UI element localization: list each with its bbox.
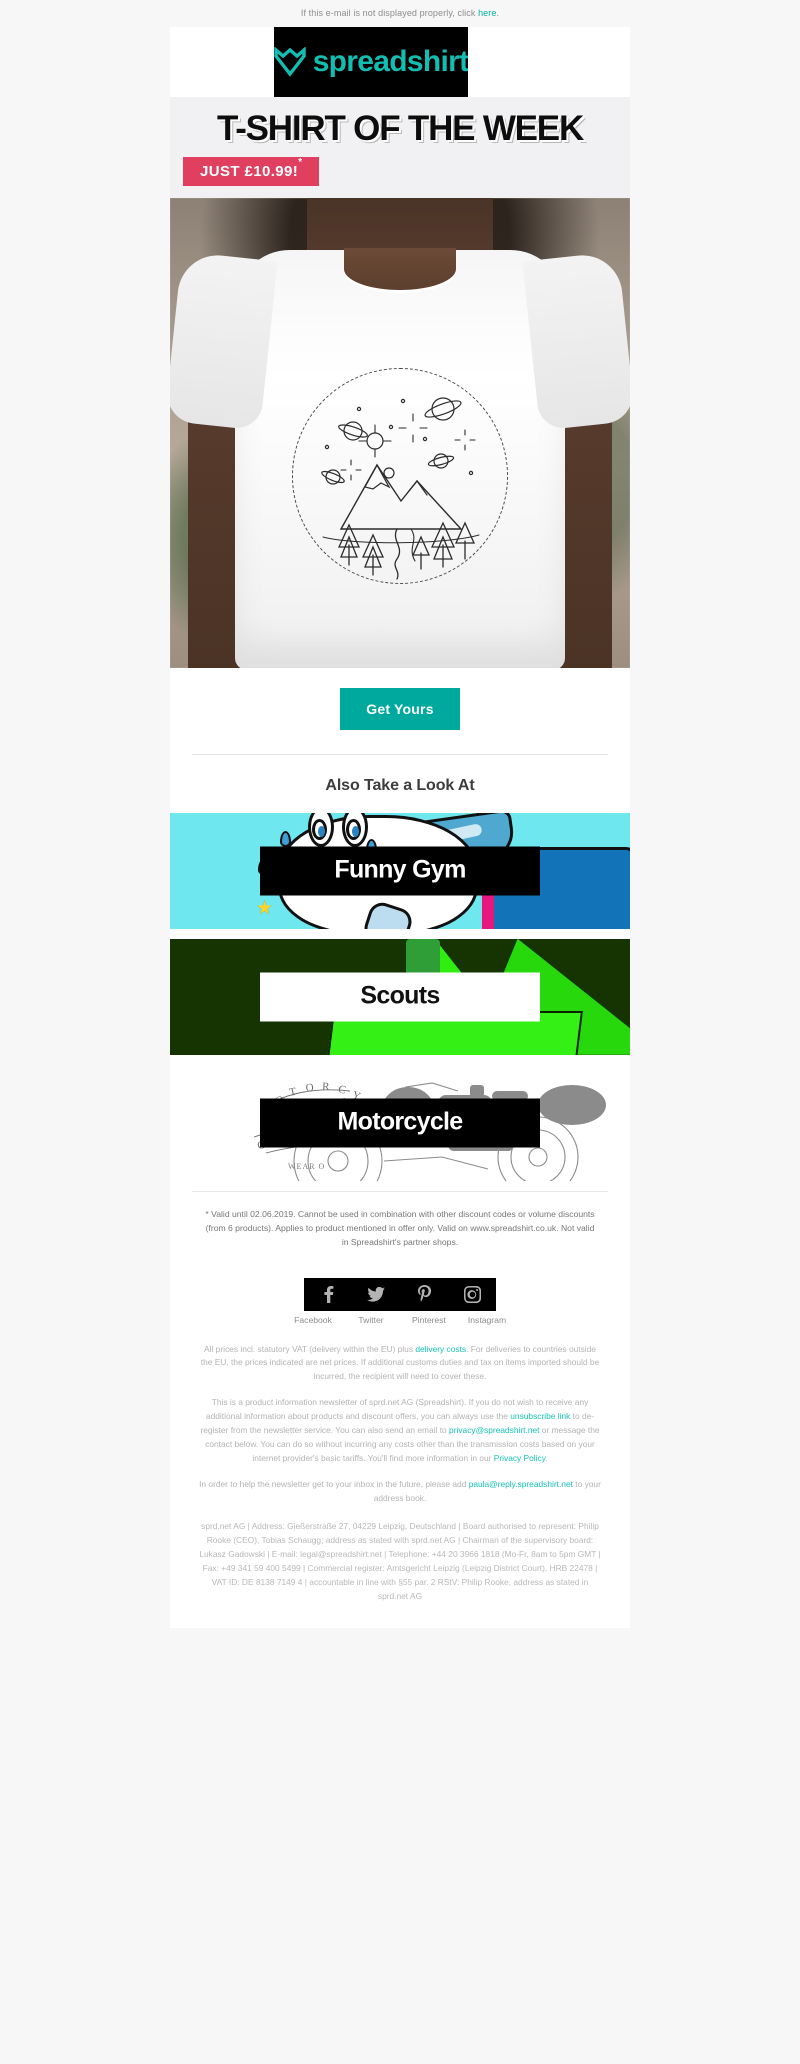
brand-wordmark: spreadshirt xyxy=(312,45,469,78)
price-badge-row: JUST £10.99!* xyxy=(170,156,630,186)
preheader-bar: If this e-mail is not displayed properly… xyxy=(0,0,800,27)
footer-newsletter-text: This is a product information newsletter… xyxy=(170,1384,630,1467)
price-badge-text: JUST £10.99! xyxy=(200,162,299,180)
price-badge: JUST £10.99!* xyxy=(183,156,320,186)
social-label-instagram[interactable]: Instagram xyxy=(463,1315,511,1325)
facebook-icon[interactable] xyxy=(304,1282,352,1307)
social-label-row: Facebook Twitter Pinterest Instagram xyxy=(170,1311,630,1325)
inbox-text-1: In order to help the newsletter get to y… xyxy=(199,1479,469,1490)
unsubscribe-link[interactable]: unsubscribe link xyxy=(510,1411,570,1421)
twitter-icon[interactable] xyxy=(352,1282,400,1307)
gym-eye-right xyxy=(346,818,361,840)
logo-spacer-left xyxy=(170,27,274,97)
preheader-text-after: . xyxy=(496,8,500,18)
get-yours-button[interactable]: Get Yours xyxy=(340,687,460,730)
social-label-twitter[interactable]: Twitter xyxy=(347,1315,395,1325)
svg-text:WEAR O: WEAR O xyxy=(288,1162,325,1171)
footer-vat-text: All prices incl. statutory VAT (delivery… xyxy=(170,1330,630,1385)
social-label-pinterest[interactable]: Pinterest xyxy=(405,1315,453,1325)
instagram-icon[interactable] xyxy=(448,1282,496,1307)
svg-text:R: R xyxy=(322,1081,332,1093)
svg-text:T: T xyxy=(288,1085,299,1099)
category-banner-scouts[interactable]: Scouts xyxy=(170,938,630,1055)
brand-logo[interactable]: spreadshirt xyxy=(273,27,469,97)
preheader-text-before: If this e-mail is not displayed properly… xyxy=(300,8,479,18)
hero-product-image[interactable] xyxy=(170,197,630,668)
logo-bar: spreadshirt xyxy=(170,27,630,97)
price-badge-asterisk: * xyxy=(298,157,303,169)
social-icon-bar xyxy=(304,1277,496,1311)
banner-label-motorcycle: Motorcycle xyxy=(260,1098,540,1148)
offer-terms-text: * Valid until 02.06.2019. Cannot be used… xyxy=(170,1191,630,1268)
privacy-policy-link[interactable]: Privacy Policy xyxy=(494,1453,546,1463)
delivery-costs-link[interactable]: delivery costs xyxy=(415,1344,466,1354)
spreadshirt-heart-icon xyxy=(273,46,306,77)
banner-label-funny-gym: Funny Gym xyxy=(260,846,540,896)
tshirt-print-artwork xyxy=(292,367,508,584)
footer-company-address: sprd.net AG | Address: Gießerstraße 27, … xyxy=(170,1506,630,1628)
svg-text:O: O xyxy=(305,1081,316,1094)
privacy-email-link[interactable]: privacy@spreadshirt.net xyxy=(449,1425,539,1435)
email-body: spreadshirt T-SHIRT OF THE WEEK JUST £10… xyxy=(170,27,630,1628)
tshirt-graphic xyxy=(170,249,630,668)
gym-eye-left xyxy=(312,818,327,840)
social-section: Facebook Twitter Pinterest Instagram xyxy=(170,1267,630,1331)
sweat-drop-icon xyxy=(280,830,291,847)
social-label-facebook[interactable]: Facebook xyxy=(289,1315,337,1325)
banner-label-scouts: Scouts xyxy=(260,972,540,1022)
vat-text-1: All prices incl. statutory VAT (delivery… xyxy=(204,1343,416,1354)
view-in-browser-link[interactable]: here xyxy=(478,8,496,18)
tshirt-sleeve-left xyxy=(170,251,278,431)
footer-inbox-text: In order to help the newsletter get to y… xyxy=(170,1466,630,1507)
page-title: T-SHIRT OF THE WEEK xyxy=(216,109,584,148)
sender-email-link[interactable]: paula@reply.spreadshirt.net xyxy=(469,1479,573,1489)
newsletter-text-4: . xyxy=(545,1453,548,1464)
category-banner-motorcycle[interactable]: M O T O R C Y C L E Classic GREAT M WEAR… xyxy=(170,1064,630,1181)
pinterest-icon[interactable] xyxy=(400,1282,448,1307)
headline-section: T-SHIRT OF THE WEEK JUST £10.99!* xyxy=(170,97,630,198)
cta-section: Get Yours xyxy=(170,667,630,754)
also-section-title: Also Take a Look At xyxy=(170,754,630,813)
category-banner-funny-gym[interactable]: ★ Funny Gym xyxy=(170,812,630,929)
sparkle-icon: ★ xyxy=(256,897,274,919)
logo-spacer-right xyxy=(468,27,630,97)
tshirt-sleeve-right xyxy=(522,251,630,431)
